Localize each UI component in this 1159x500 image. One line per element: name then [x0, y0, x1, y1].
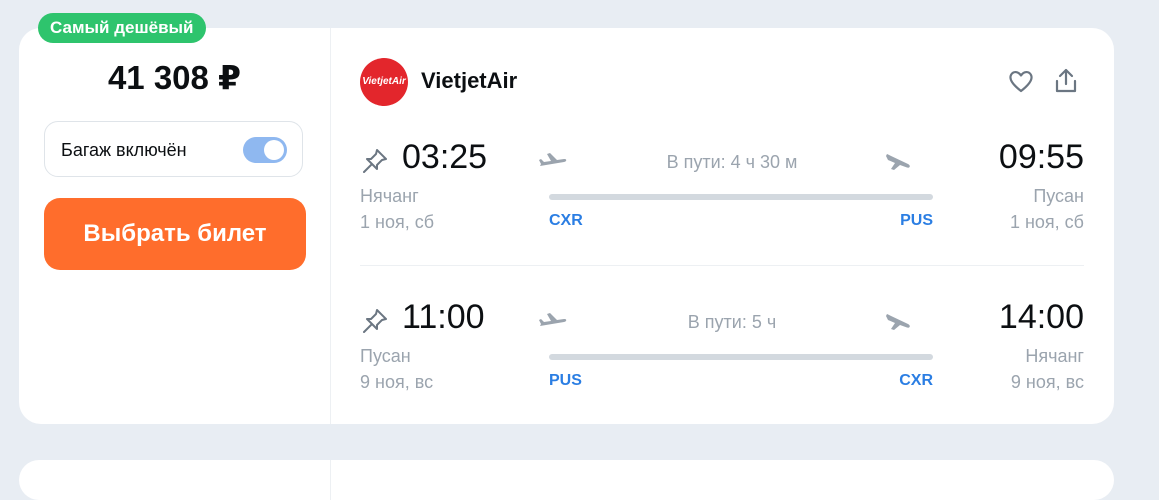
departure-time: 11:00	[402, 298, 485, 336]
airline-logo: VietjetAir	[360, 58, 408, 106]
arrival-date: 1 ноя, сб	[1009, 212, 1084, 232]
arrival-iata: CXR	[899, 372, 933, 389]
flight-duration: В пути: 5 ч	[687, 312, 777, 332]
share-icon[interactable]	[1051, 66, 1081, 96]
pin-icon[interactable]	[360, 146, 390, 176]
ticket-price: 41 308 ₽	[107, 59, 242, 96]
heart-icon[interactable]	[1006, 66, 1036, 96]
arrival-city: Пусан	[1033, 186, 1084, 206]
arrival-iata: PUS	[900, 212, 933, 229]
takeoff-icon	[538, 310, 568, 332]
ticket-card[interactable]: 41 308 ₽ Багаж включён Выбрать билет Vie…	[19, 28, 1114, 424]
pin-icon[interactable]	[360, 306, 390, 336]
landing-icon	[884, 150, 914, 172]
route-track	[549, 194, 933, 200]
panel-divider	[330, 460, 331, 500]
arrival-time: 14:00	[998, 298, 1084, 336]
departure-date: 9 ноя, вс	[360, 372, 434, 392]
departure-city: Пусан	[360, 346, 411, 366]
flight-duration: В пути: 4 ч 30 м	[666, 152, 798, 172]
cheapest-badge: Самый дешёвый	[38, 13, 206, 43]
arrival-city: Нячанг	[1025, 346, 1084, 366]
airline-name: VietjetAir	[421, 68, 518, 93]
departure-city: Нячанг	[360, 186, 419, 206]
departure-iata: CXR	[549, 212, 583, 229]
takeoff-icon	[538, 150, 568, 172]
toggle-knob	[264, 140, 284, 160]
departure-date: 1 ноя, сб	[360, 212, 435, 232]
baggage-toggle[interactable]	[243, 137, 287, 163]
segment-divider	[360, 265, 1084, 266]
baggage-label: Багаж включён	[61, 140, 187, 160]
select-ticket-button[interactable]: Выбрать билет	[44, 198, 306, 270]
landing-icon	[884, 310, 914, 332]
departure-iata: PUS	[549, 372, 582, 389]
flight-segment-outbound: 03:25 Нячанг 1 ноя, сб В пути: 4 ч 30 м …	[360, 136, 1084, 246]
baggage-toggle-row[interactable]: Багаж включён	[44, 121, 303, 177]
next-ticket-card[interactable]	[19, 460, 1114, 500]
arrival-time: 09:55	[998, 138, 1084, 176]
flight-segment-return: 11:00 Пусан 9 ноя, вс В пути: 5 ч PUS CX…	[360, 296, 1084, 406]
route-track	[549, 354, 933, 360]
departure-time: 03:25	[402, 138, 488, 176]
price-panel: 41 308 ₽ Багаж включён Выбрать билет	[19, 28, 331, 424]
arrival-date: 9 ноя, вс	[1010, 372, 1084, 392]
